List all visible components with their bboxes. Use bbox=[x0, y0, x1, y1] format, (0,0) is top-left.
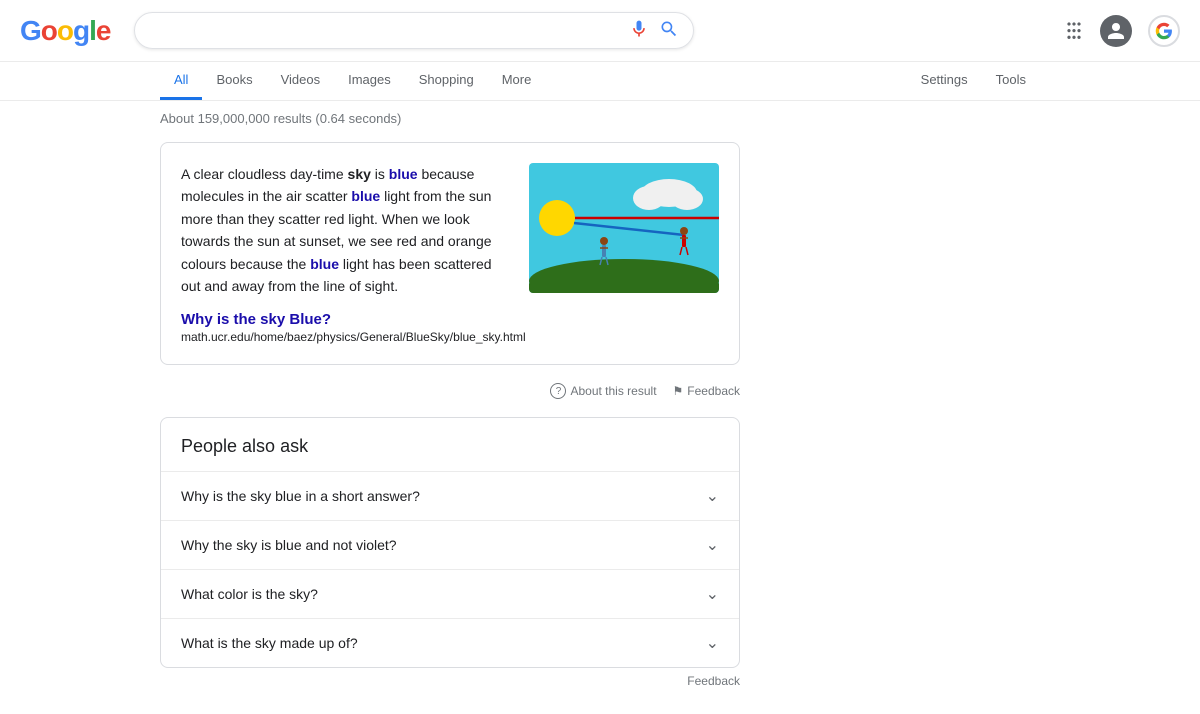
feedback-bottom[interactable]: Feedback bbox=[160, 668, 740, 694]
snippet-content: A clear cloudless day-time sky is blue b… bbox=[181, 163, 719, 297]
snippet-text: A clear cloudless day-time sky is blue b… bbox=[181, 163, 513, 297]
grid-icon[interactable] bbox=[1064, 19, 1084, 42]
mic-icon[interactable] bbox=[629, 19, 649, 42]
results-count: About 159,000,000 results (0.64 seconds) bbox=[160, 111, 1040, 126]
about-row: ? About this result ⚑ Feedback bbox=[160, 375, 740, 407]
ask-question-4: What is the sky made up of? bbox=[181, 635, 358, 651]
ask-item-3[interactable]: What color is the sky? ⌄ bbox=[161, 570, 739, 619]
search-icon[interactable] bbox=[659, 19, 679, 42]
search-icons bbox=[629, 19, 679, 42]
search-bar: why is the sky blue bbox=[134, 12, 694, 49]
tab-settings[interactable]: Settings bbox=[907, 62, 982, 100]
snippet-image bbox=[529, 163, 719, 293]
flag-icon: ⚑ bbox=[673, 384, 684, 398]
about-circle-icon: ? bbox=[550, 383, 566, 399]
ask-question-2: Why the sky is blue and not violet? bbox=[181, 537, 397, 553]
snippet-url: math.ucr.edu/home/baez/physics/General/B… bbox=[181, 330, 719, 344]
header-right bbox=[1064, 15, 1180, 47]
tab-tools[interactable]: Tools bbox=[982, 62, 1040, 100]
about-result-button[interactable]: ? About this result bbox=[550, 383, 656, 399]
chevron-icon-2: ⌄ bbox=[706, 535, 719, 555]
snippet-link[interactable]: Why is the sky Blue? bbox=[181, 311, 719, 328]
chevron-icon-3: ⌄ bbox=[706, 584, 719, 604]
avatar[interactable] bbox=[1100, 15, 1132, 47]
tab-books[interactable]: Books bbox=[202, 62, 266, 100]
search-input[interactable]: why is the sky blue bbox=[149, 22, 619, 40]
ask-item-4[interactable]: What is the sky made up of? ⌄ bbox=[161, 619, 739, 667]
ask-item-2[interactable]: Why the sky is blue and not violet? ⌄ bbox=[161, 521, 739, 570]
tab-videos[interactable]: Videos bbox=[267, 62, 335, 100]
header: Google why is the sky blue bbox=[0, 0, 1200, 62]
tab-all[interactable]: All bbox=[160, 62, 202, 100]
people-also-ask: People also ask Why is the sky blue in a… bbox=[160, 417, 740, 668]
tab-images[interactable]: Images bbox=[334, 62, 405, 100]
tab-more[interactable]: More bbox=[488, 62, 546, 100]
tab-shopping[interactable]: Shopping bbox=[405, 62, 488, 100]
ask-question-1: Why is the sky blue in a short answer? bbox=[181, 488, 420, 504]
google-account-icon[interactable] bbox=[1148, 15, 1180, 47]
chevron-icon-4: ⌄ bbox=[706, 633, 719, 653]
people-ask-title: People also ask bbox=[161, 418, 739, 472]
google-logo[interactable]: Google bbox=[20, 15, 110, 47]
ask-item-1[interactable]: Why is the sky blue in a short answer? ⌄ bbox=[161, 472, 739, 521]
nav-tabs: All Books Videos Images Shopping More Se… bbox=[0, 62, 1200, 101]
about-result-label: About this result bbox=[570, 384, 656, 398]
chevron-icon-1: ⌄ bbox=[706, 486, 719, 506]
ask-question-3: What color is the sky? bbox=[181, 586, 318, 602]
main-content: About 159,000,000 results (0.64 seconds)… bbox=[0, 101, 1200, 714]
feedback-label: Feedback bbox=[687, 384, 740, 398]
feedback-button[interactable]: ⚑ Feedback bbox=[673, 384, 740, 398]
featured-snippet: A clear cloudless day-time sky is blue b… bbox=[160, 142, 740, 365]
